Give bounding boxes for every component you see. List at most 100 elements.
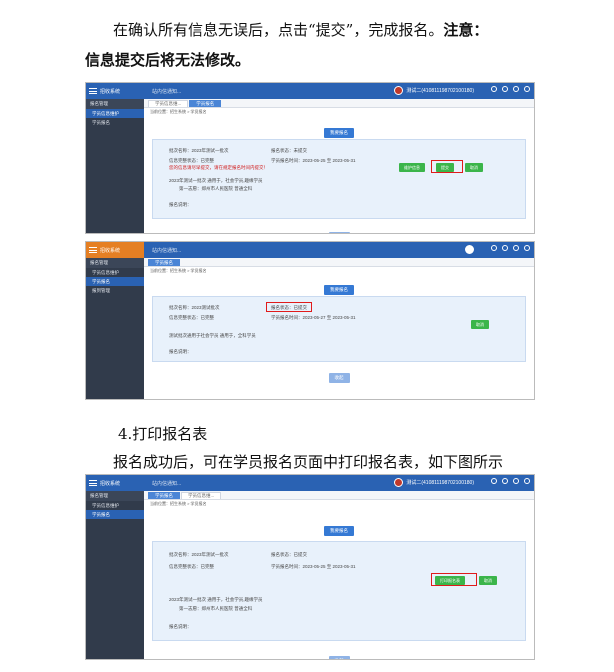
mail-icon[interactable]	[491, 245, 497, 251]
cancel-button[interactable]: 取消	[471, 320, 489, 329]
toolbar-icons	[491, 86, 530, 92]
tab-bar: 学员信息维... 学员报名	[144, 99, 534, 108]
cancel-button[interactable]: 取消	[479, 576, 497, 585]
logout-icon[interactable]	[524, 478, 530, 484]
desc-line-1: 2023年测试一批次 通用于，社会学员,趣缘学员	[169, 178, 263, 183]
sidebar-item-info[interactable]: 学员信息维护	[86, 109, 144, 118]
status-text: 报名状态：已提交	[271, 552, 307, 557]
remark-label: 报名说明：	[169, 624, 192, 629]
sidebar-item-info[interactable]: 学员信息维护	[86, 501, 144, 510]
desc-line-2: 第一志愿：郑州市人民医院 普通全科	[179, 186, 253, 191]
sidebar: 报名管理 学员信息维护 学员报名	[86, 99, 144, 233]
screenshot-submitted: 招收系统 站内信通知... 报名管理 学员信息维护 学员报名 报到管理 学员报名…	[85, 241, 535, 400]
mail-icon[interactable]	[491, 478, 497, 484]
user-info[interactable]: 测试二(410811198702100180)	[394, 86, 474, 95]
period-text: 学员报名时间：2023-05-25 至 2023-05-31	[271, 564, 356, 569]
breadcrumb: 当前位置：招生系统 > 学员报名	[150, 501, 207, 506]
highlight-box	[266, 302, 312, 312]
notice-text[interactable]: 站内信通知...	[152, 247, 181, 254]
gear-icon[interactable]	[502, 478, 508, 484]
batch-name: 批次名称：2023年测试一批次	[169, 552, 229, 557]
sidebar-group[interactable]: 报名管理	[86, 491, 144, 501]
logout-icon[interactable]	[524, 86, 530, 92]
help-icon[interactable]	[513, 245, 519, 251]
info-status: 信息完整状态：已完整	[169, 158, 214, 163]
menu-icon[interactable]	[89, 88, 97, 94]
mail-icon[interactable]	[491, 86, 497, 92]
tab-bar: 学员报名	[144, 258, 534, 267]
breadcrumb: 当前位置：招生系统 > 学员报名	[150, 268, 207, 273]
app-logo: 招收系统	[86, 475, 144, 491]
remark-label: 报名说明：	[169, 202, 192, 207]
app-title: 招收系统	[100, 480, 121, 487]
user-name: 测试二(410811198702100180)	[406, 88, 474, 94]
sidebar-item-signup[interactable]: 学员报名	[86, 118, 144, 127]
maintain-button[interactable]: 维护信息	[399, 163, 425, 172]
gear-icon[interactable]	[502, 245, 508, 251]
tab-info[interactable]: 学员信息维...	[148, 100, 189, 107]
paragraph-submit-intro: 在确认所有信息无误后，点击“提交”，完成报名。注意：	[113, 20, 488, 40]
sidebar-item-signup[interactable]: 学员报名	[86, 510, 144, 519]
highlight-box	[431, 573, 477, 586]
collapse-button[interactable]: 收起	[328, 656, 350, 659]
tab-signup[interactable]: 学员报名	[148, 259, 180, 266]
info-status: 信息完整状态：已完整	[169, 564, 214, 569]
signup-button[interactable]: 我要报名	[324, 285, 354, 295]
sidebar: 报名管理 学员信息维护 学员报名	[86, 491, 144, 659]
batch-name: 批次名称：2023年测试一批次	[169, 148, 229, 153]
status-text: 报名状态：未提交	[271, 148, 307, 153]
sidebar-item-signup[interactable]: 学员报名	[86, 277, 144, 286]
paragraph-print-intro: 报名成功后，可在学员报名页面中打印报名表，如下图所示	[113, 453, 504, 471]
tab-signup[interactable]: 学员报名	[189, 100, 222, 107]
sidebar-item-report[interactable]: 报到管理	[86, 286, 144, 295]
desc-line-1: 测试批次通用于社会学员 通用于，全科学员	[169, 333, 256, 338]
period-text: 学员报名时间：2023-05-25 至 2023-05-31	[271, 158, 356, 163]
collapse-button[interactable]: 收起	[328, 232, 350, 233]
logout-icon[interactable]	[524, 245, 530, 251]
tab-info[interactable]: 学员信息维...	[181, 492, 222, 499]
menu-icon[interactable]	[89, 480, 97, 486]
batch-card: 批次名称：2023年测试一批次 报名状态：未提交 信息完整状态：已完整 学员报名…	[152, 139, 526, 219]
sidebar: 报名管理 学员信息维护 学员报名 报到管理	[86, 258, 144, 399]
screenshot-print: 招收系统 站内信通知... 测试二(410811198702100180) 报名…	[85, 474, 535, 660]
app-title: 招收系统	[100, 247, 121, 254]
breadcrumb: 当前位置：招生系统 > 学员报名	[150, 109, 207, 114]
notice-text[interactable]: 站内信通知...	[152, 88, 181, 95]
menu-icon[interactable]	[89, 247, 97, 253]
cancel-button[interactable]: 取消	[465, 163, 483, 172]
signup-button[interactable]: 我要报名	[324, 526, 354, 536]
app-topbar: 招收系统 站内信通知... 测试二(410811198702100180)	[86, 83, 534, 99]
gear-icon[interactable]	[502, 86, 508, 92]
user-info[interactable]	[465, 245, 474, 254]
screenshot-submit: 招收系统 站内信通知... 测试二(410811198702100180) 报名…	[85, 82, 535, 234]
batch-card: 批次名称：2023测试批次 报名状态：已提交 信息完整状态：已完整 学员报名时间…	[152, 296, 526, 362]
avatar	[465, 245, 474, 254]
user-info[interactable]: 测试二(410811198702100180)	[394, 478, 474, 487]
app-topbar: 招收系统 站内信通知...	[86, 242, 534, 258]
batch-card: 批次名称：2023年测试一批次 报名状态：已提交 信息完整状态：已完整 学员报名…	[152, 541, 526, 641]
app-topbar: 招收系统 站内信通知... 测试二(410811198702100180)	[86, 475, 534, 491]
user-name: 测试二(410811198702100180)	[406, 480, 474, 486]
paragraph-note-text: 信息提交后将无法修改。	[85, 51, 251, 69]
sidebar-group[interactable]: 报名管理	[86, 99, 144, 109]
sidebar-item-info[interactable]: 学员信息维护	[86, 268, 144, 277]
tab-signup[interactable]: 学员报名	[148, 492, 180, 499]
help-icon[interactable]	[513, 86, 519, 92]
signup-button[interactable]: 我要报名	[324, 128, 354, 138]
avatar	[394, 86, 404, 95]
info-status: 信息完整状态：已完整	[169, 315, 214, 320]
app-title: 招收系统	[100, 88, 121, 95]
remark-label: 报名说明：	[169, 349, 192, 354]
app-logo: 招收系统	[86, 242, 144, 258]
period-text: 学员报名时间：2023-05-27 至 2023-05-31	[271, 315, 356, 320]
collapse-button[interactable]: 收起	[328, 373, 350, 383]
sidebar-group[interactable]: 报名管理	[86, 258, 144, 268]
section-heading: 4.打印报名表	[118, 425, 208, 443]
toolbar-icons	[491, 245, 530, 251]
toolbar-icons	[491, 478, 530, 484]
notice-text[interactable]: 站内信通知...	[152, 480, 181, 487]
help-icon[interactable]	[513, 478, 519, 484]
batch-name: 批次名称：2023测试批次	[169, 305, 220, 310]
main-panel: 学员报名 当前位置：招生系统 > 学员报名 我要报名 批次名称：2023测试批次…	[144, 258, 534, 399]
note-label: 注意：	[443, 21, 489, 39]
